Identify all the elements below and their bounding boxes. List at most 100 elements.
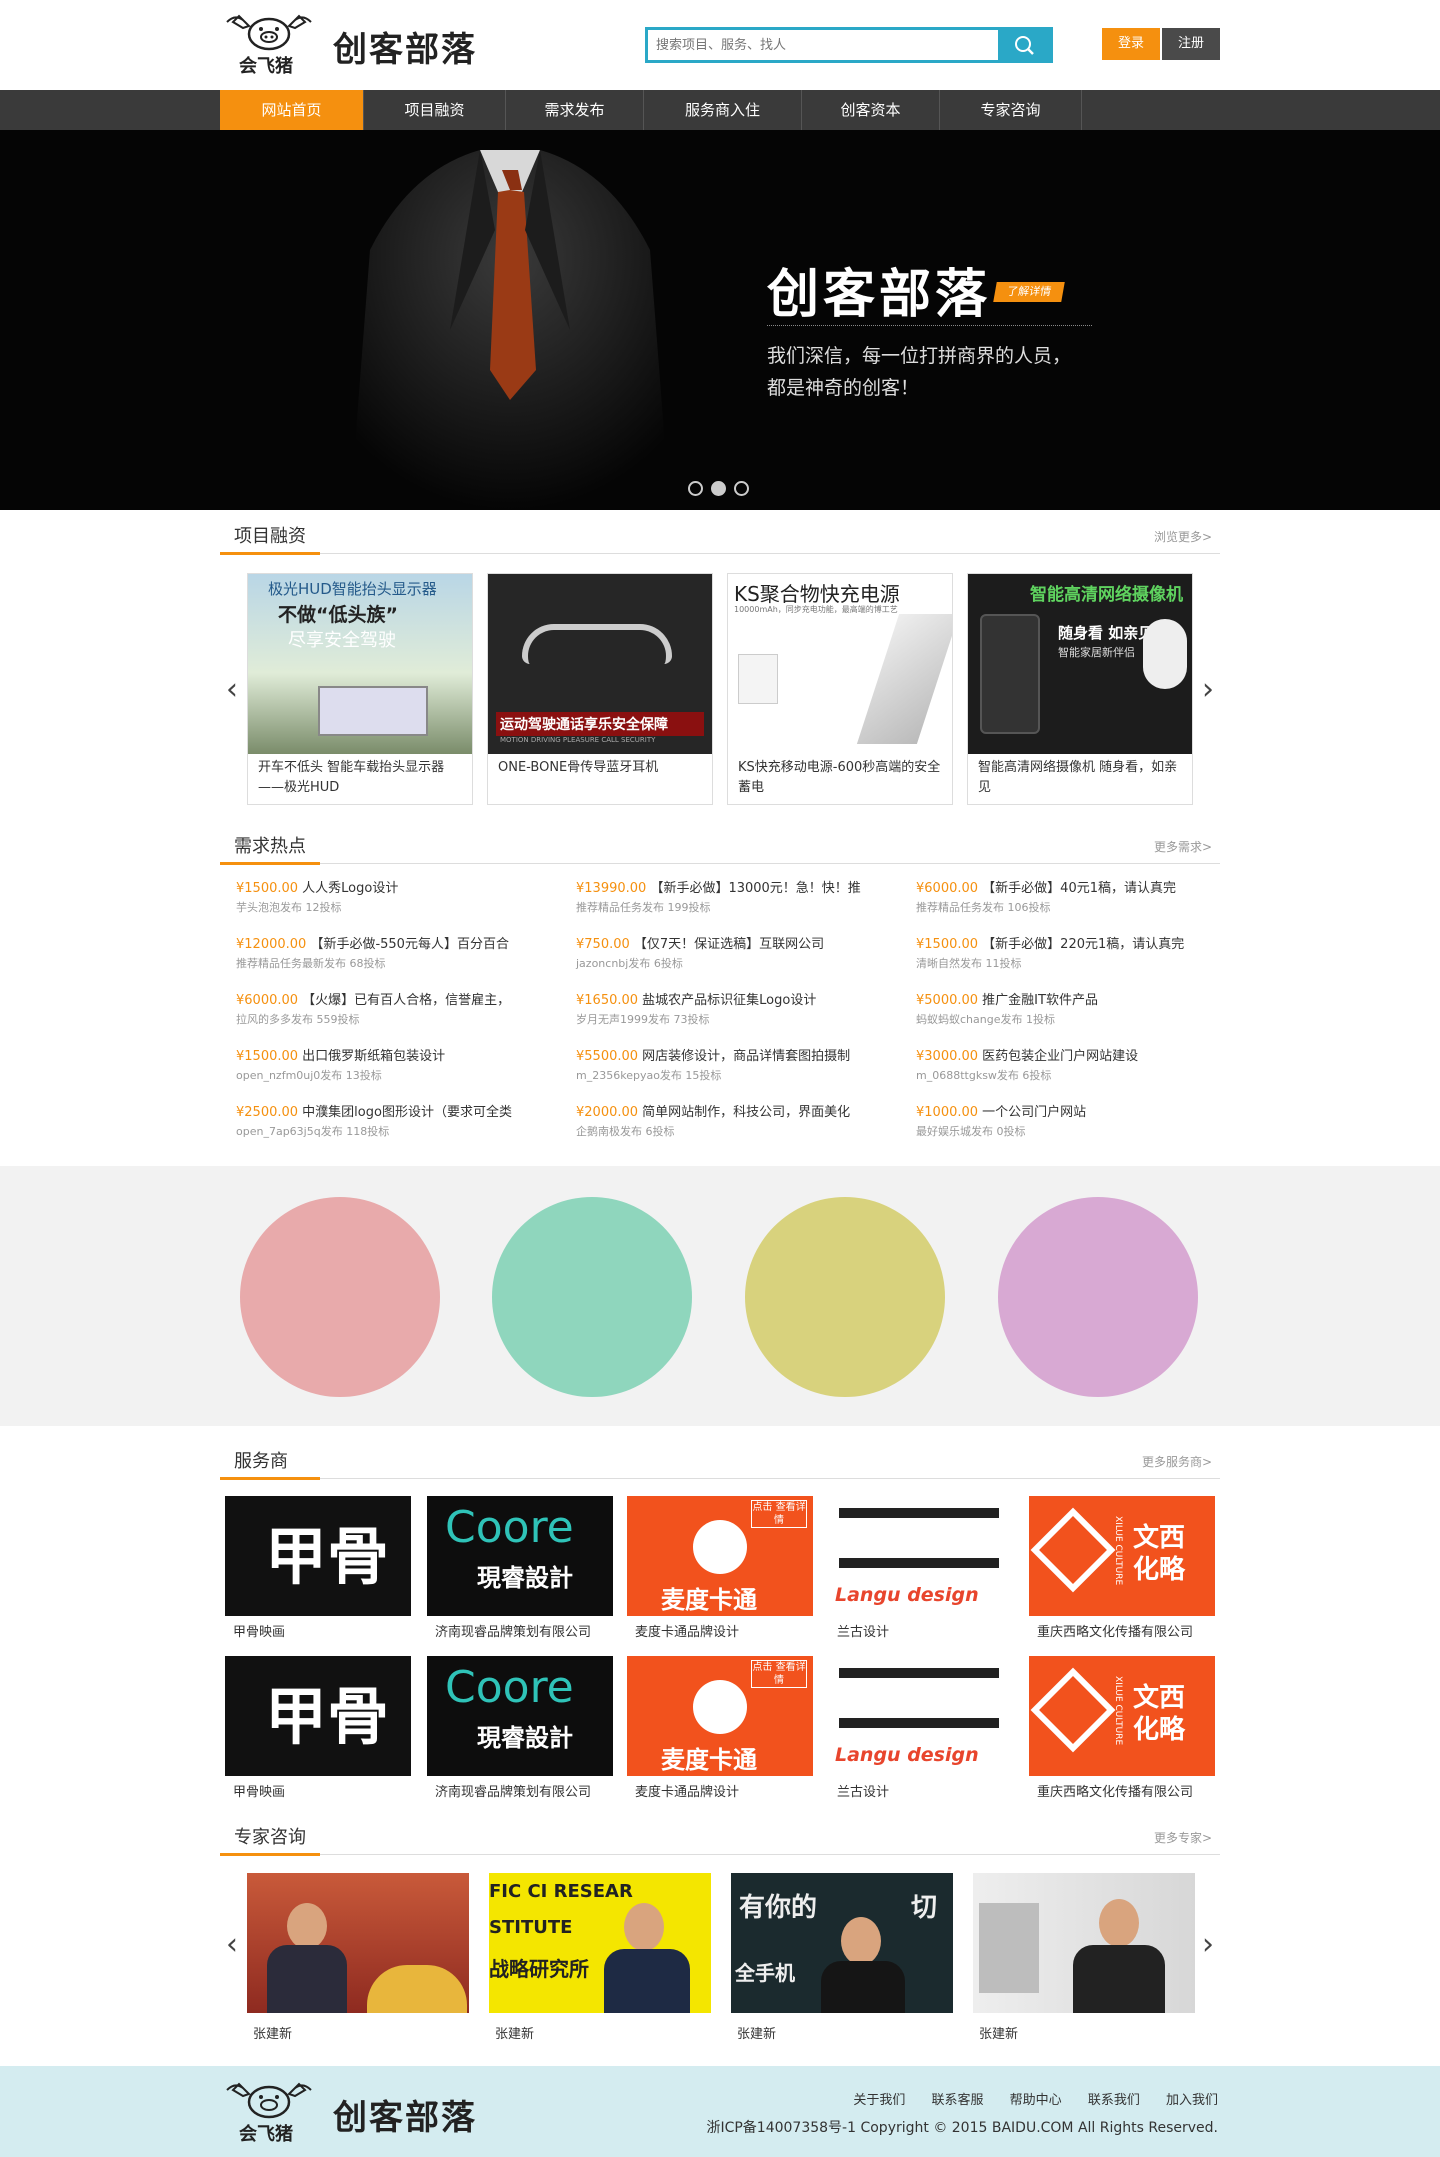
demand-item[interactable]: ¥13990.00 【新手必做】13000元！急！快！推 推荐精品任务发布 199… bbox=[576, 879, 896, 929]
provider-logo: 点击 查看详情 麦度卡通 bbox=[627, 1496, 813, 1616]
provider-card[interactable]: Coore 現睿設計 济南现睿品牌策划有限公司 bbox=[427, 1496, 613, 1646]
demand-title-line: ¥1500.00 人人秀Logo设计 bbox=[236, 879, 556, 899]
demand-meta: open_7ap63j5q发布 118投标 bbox=[236, 1125, 390, 1138]
project-image-text: KS聚合物快充电源 bbox=[734, 582, 900, 606]
demand-item[interactable]: ¥1500.00 出口俄罗斯纸箱包装设计 open_nzfm0uj0发布 13投标 bbox=[236, 1047, 556, 1097]
demand-title-line: ¥5500.00 网店装修设计，商品详情套图拍摄制 bbox=[576, 1047, 896, 1067]
demand-title: 【新手必做】13000元！急！快！推 bbox=[650, 881, 861, 896]
demand-item[interactable]: ¥2500.00 中濮集团logo图形设计（要求可全类 open_7ap63j5q… bbox=[236, 1103, 556, 1153]
demand-item[interactable]: ¥6000.00 【火爆】已有百人合格，信誉雇主， 拉风的多多发布 559投标 bbox=[236, 991, 556, 1041]
banner-slogan-line-1: 我们深信，每一位打拼商界的人员， bbox=[767, 345, 1072, 367]
login-button[interactable]: 登录 bbox=[1102, 28, 1160, 60]
expert-card[interactable]: 张建新 bbox=[247, 1873, 469, 2043]
register-button[interactable]: 注册 bbox=[1162, 28, 1220, 60]
footer-link-join[interactable]: 加入我们 bbox=[1166, 2093, 1218, 2108]
person-body-shape bbox=[821, 1961, 905, 2013]
chevron-right-icon[interactable]: › bbox=[1198, 1930, 1218, 1960]
section-underline bbox=[220, 552, 320, 555]
providers-section-header: 服务商 更多服务商> bbox=[220, 1441, 1220, 1480]
project-card[interactable]: 智能高清网络摄像机 随身看 如亲见 智能家居新伴侣 智能高清网络摄像机 随身看，… bbox=[967, 573, 1193, 805]
more-experts-link[interactable]: 更多专家> bbox=[1154, 1829, 1212, 1846]
nav-item-maker-capital[interactable]: 创客资本 bbox=[802, 90, 940, 130]
feature-circle[interactable] bbox=[240, 1197, 440, 1397]
provider-card[interactable]: 甲骨 甲骨映画 bbox=[225, 1496, 411, 1646]
person-head-shape bbox=[624, 1903, 664, 1951]
carousel-dot-2[interactable] bbox=[711, 481, 726, 496]
project-card[interactable]: 极光HUD智能抬头显示器 不做“低头族” 尽享安全驾驶 开车不低头 智能车载抬头… bbox=[247, 573, 473, 805]
chevron-right-icon[interactable]: › bbox=[1198, 675, 1218, 705]
project-card[interactable]: 运动驾驶通话享乐安全保障 MOTION DRIVING PLEASURE CAL… bbox=[487, 573, 713, 805]
project-image-text: 智能家居新伴侣 bbox=[1058, 646, 1135, 659]
carousel-dot-3[interactable] bbox=[734, 481, 749, 496]
provider-card[interactable]: 文西 化略 XILUE CULTURE 重庆西略文化传播有限公司 bbox=[1029, 1496, 1215, 1646]
footer-link-contact[interactable]: 联系我们 bbox=[1088, 2093, 1140, 2108]
demand-title: 出口俄罗斯纸箱包装设计 bbox=[302, 1049, 446, 1064]
provider-card[interactable]: 点击 查看详情 麦度卡通麦度卡通品牌设计 bbox=[627, 1496, 813, 1646]
footer-link-about[interactable]: 关于我们 bbox=[853, 2093, 905, 2108]
footer-link-service[interactable]: 联系客服 bbox=[932, 2093, 984, 2108]
demand-price: ¥12000.00 bbox=[236, 937, 307, 952]
banner-divider bbox=[767, 325, 1092, 326]
more-providers-link[interactable]: 更多服务商> bbox=[1142, 1453, 1212, 1470]
chevron-left-icon[interactable]: ‹ bbox=[222, 1930, 242, 1960]
demand-meta: 岁月无声1999发布 73投标 bbox=[576, 1013, 710, 1026]
provider-card[interactable]: Langu design 兰古设计 bbox=[829, 1656, 1015, 1806]
carousel-dot-1[interactable] bbox=[688, 481, 703, 496]
chevron-left-icon[interactable]: ‹ bbox=[222, 675, 242, 705]
person-head-shape bbox=[287, 1903, 327, 1949]
section-title: 专家咨询 bbox=[234, 1827, 306, 1848]
nav-item-expert-consult[interactable]: 专家咨询 bbox=[940, 90, 1082, 130]
demand-item[interactable]: ¥3000.00 医药包装企业门户网站建设 m_0688ttgksw发布 6投标 bbox=[916, 1047, 1236, 1097]
provider-card[interactable]: 甲骨 甲骨映画 bbox=[225, 1656, 411, 1806]
demand-item[interactable]: ¥5000.00 推广金融IT软件产品 蚂蚁蚂蚁change发布 1投标 bbox=[916, 991, 1236, 1041]
feature-circle[interactable] bbox=[745, 1197, 945, 1397]
demand-item[interactable]: ¥2000.00 简单网站制作，科技公司，界面美化 企鹅南极发布 6投标 bbox=[576, 1103, 896, 1153]
expert-photo bbox=[973, 1873, 1195, 2013]
hud-device-shape bbox=[318, 686, 428, 736]
more-demands-link[interactable]: 更多需求> bbox=[1154, 838, 1212, 855]
demand-title-line: ¥6000.00 【新手必做】40元1稿，请认真完 bbox=[916, 879, 1236, 899]
person-body-shape bbox=[604, 1949, 690, 2013]
expert-card[interactable]: 张建新 bbox=[973, 1873, 1195, 2043]
provider-card[interactable]: Coore 現睿設計 济南现睿品牌策划有限公司 bbox=[427, 1656, 613, 1806]
site-logo[interactable]: 会飞猪 创客部落 bbox=[225, 12, 485, 77]
expert-card[interactable]: FIC CI RESEAR STITUTE 战略研究所 张建新 bbox=[489, 1873, 711, 2043]
expert-name: 张建新 bbox=[979, 2027, 1019, 2042]
feature-circle[interactable] bbox=[492, 1197, 692, 1397]
learn-more-tag[interactable]: 了解详情 bbox=[993, 282, 1065, 302]
demand-item[interactable]: ¥5500.00 网店装修设计，商品详情套图拍摄制 m_2356kepyao发布 … bbox=[576, 1047, 896, 1097]
provider-card[interactable]: Langu design 兰古设计 bbox=[829, 1496, 1015, 1646]
phone-shape bbox=[980, 614, 1040, 734]
demand-title-line: ¥6000.00 【火爆】已有百人合格，信誉雇主， bbox=[236, 991, 556, 1011]
demand-item[interactable]: ¥1650.00 盐城农产品标识征集Logo设计 岁月无声1999发布 73投标 bbox=[576, 991, 896, 1041]
demand-title: 推广金融IT软件产品 bbox=[982, 993, 1098, 1008]
demand-item[interactable]: ¥1000.00 一个公司门户网站 最好娱乐城发布 0投标 bbox=[916, 1103, 1236, 1153]
demand-meta: 蚂蚁蚂蚁change发布 1投标 bbox=[916, 1013, 1055, 1026]
demand-meta: 拉风的多多发布 559投标 bbox=[236, 1013, 360, 1026]
project-card[interactable]: KS聚合物快充电源 10000mAh，同步充电功能，最高端的博工艺 KS快充移动… bbox=[727, 573, 953, 805]
footer-link-help[interactable]: 帮助中心 bbox=[1010, 2093, 1062, 2108]
provider-name: 重庆西略文化传播有限公司 bbox=[1037, 1625, 1194, 1640]
nav-item-provider-join[interactable]: 服务商入住 bbox=[644, 90, 802, 130]
nav-item-project-financing[interactable]: 项目融资 bbox=[364, 90, 506, 130]
camera-shape bbox=[1143, 619, 1187, 689]
search-button[interactable] bbox=[998, 30, 1050, 60]
provider-card[interactable]: 文西 化略 XILUE CULTURE 重庆西略文化传播有限公司 bbox=[1029, 1656, 1215, 1806]
expert-card[interactable]: 有你的 切 全手机 张建新 bbox=[731, 1873, 953, 2043]
provider-name: 麦度卡通品牌设计 bbox=[635, 1625, 740, 1640]
provider-card[interactable]: 点击 查看详情 麦度卡通 麦度卡通品牌设计 bbox=[627, 1656, 813, 1806]
footer-logo[interactable]: 会飞猪 创客部落 bbox=[225, 2080, 485, 2145]
nav-item-home[interactable]: 网站首页 bbox=[220, 90, 364, 130]
more-projects-link[interactable]: 浏览更多> bbox=[1154, 528, 1212, 545]
demand-item[interactable]: ¥1500.00 人人秀Logo设计芋头泡泡发布 12投标 bbox=[236, 879, 556, 929]
nav-item-demand-publish[interactable]: 需求发布 bbox=[506, 90, 644, 130]
demand-meta: 芋头泡泡发布 12投标 bbox=[236, 901, 342, 914]
search-input[interactable] bbox=[648, 30, 998, 60]
banner-slogan: 我们深信，每一位打拼商界的人员， 都是神奇的创客！ bbox=[767, 340, 1127, 404]
provider-logo-text: 甲骨 bbox=[265, 1520, 390, 1593]
feature-circle[interactable] bbox=[998, 1197, 1198, 1397]
demand-item[interactable]: ¥1500.00 【新手必做】220元1稿，请认真完 清晰自然发布 11投标 bbox=[916, 935, 1236, 985]
demand-item[interactable]: ¥6000.00 【新手必做】40元1稿，请认真完 推荐精品任务发布 106投标 bbox=[916, 879, 1236, 929]
demand-item[interactable]: ¥750.00 【仅7天！保证选稿】互联网公司 jazoncnbj发布 6投标 bbox=[576, 935, 896, 985]
demand-item[interactable]: ¥12000.00 【新手必做-550元每人】百分百合 推荐精品任务最新发布 68… bbox=[236, 935, 556, 985]
